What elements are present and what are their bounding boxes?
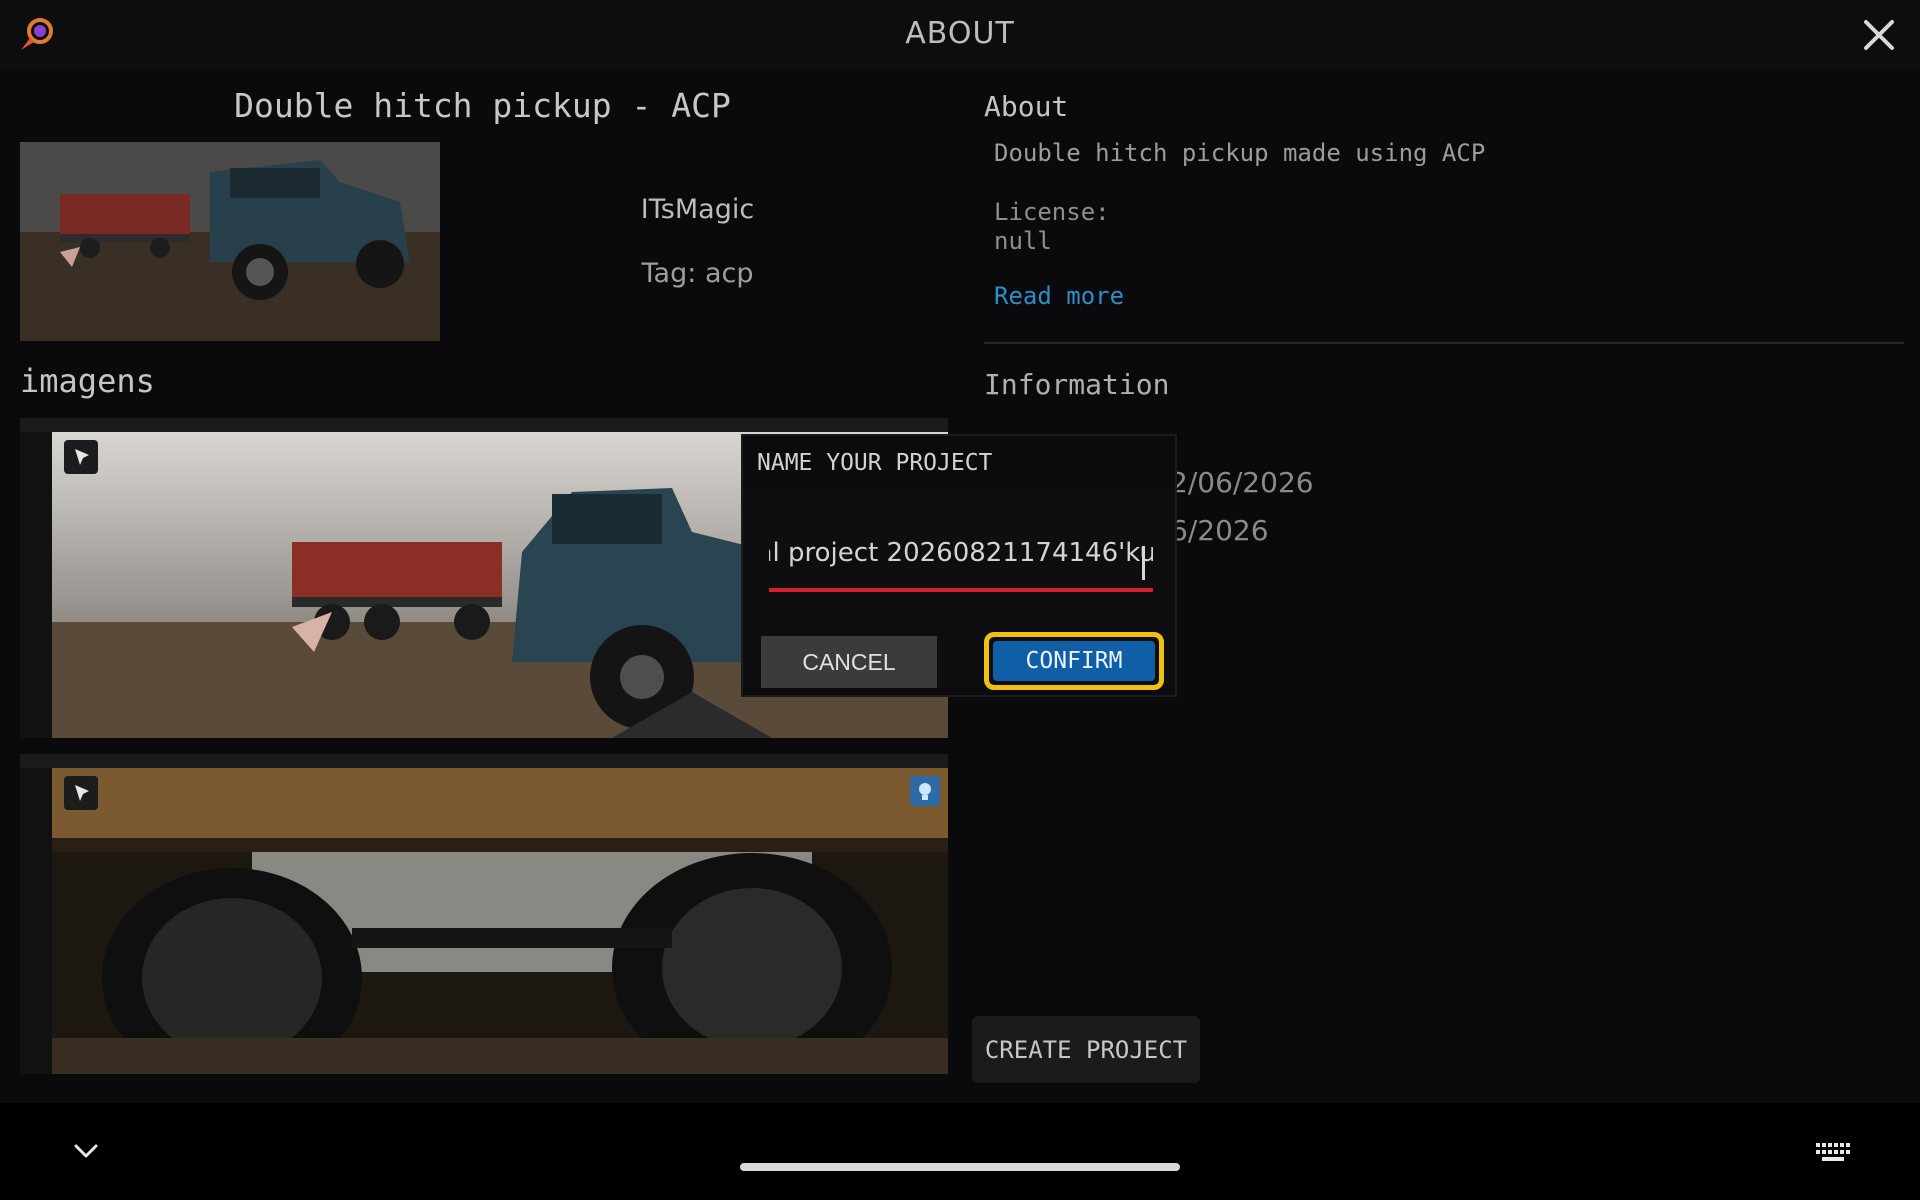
- light-icon: [910, 776, 940, 806]
- tag-value[interactable]: acp: [705, 258, 754, 289]
- cursor-tool-icon: [64, 776, 98, 810]
- close-icon[interactable]: [1860, 16, 1898, 54]
- asset-thumbnail: [20, 142, 440, 341]
- section-divider: [984, 342, 1904, 344]
- system-nav-bar: [0, 1103, 1920, 1200]
- about-description: Double hitch pickup made using ACP: [994, 139, 1486, 167]
- gallery-image-2[interactable]: [20, 754, 948, 1074]
- text-caret: [1142, 546, 1145, 580]
- cancel-button[interactable]: CANCEL: [761, 636, 937, 688]
- info-date-created: 2/06/2026: [1170, 466, 1314, 499]
- gallery-toolbar-strip: [20, 418, 948, 432]
- gallery-image-content: [52, 768, 948, 1074]
- name-project-dialog: NAME YOUR PROJECT orial project 20260821…: [741, 434, 1177, 697]
- tag-label: Tag:: [641, 258, 697, 289]
- project-name-value: orial project 20260821174146'ku: [769, 538, 1153, 568]
- chevron-down-icon[interactable]: [70, 1139, 102, 1163]
- project-name-input[interactable]: orial project 20260821174146'ku: [769, 530, 1153, 576]
- images-heading: imagens: [20, 362, 155, 400]
- cursor-tool-icon: [64, 440, 98, 474]
- asset-author: ITsMagic: [640, 194, 755, 225]
- confirm-button[interactable]: CONFIRM: [993, 641, 1155, 681]
- top-bar: ABOUT: [0, 0, 1920, 70]
- gallery-toolbar-strip: [20, 754, 948, 768]
- read-more-link[interactable]: Read more: [994, 282, 1124, 310]
- info-date-updated: 6/2026: [1170, 514, 1269, 547]
- about-heading: About: [984, 90, 1069, 123]
- asset-tag: Tag: acp: [480, 258, 915, 289]
- information-heading: Information: [984, 368, 1170, 401]
- input-underline: [769, 588, 1153, 592]
- keyboard-icon[interactable]: [1814, 1140, 1852, 1164]
- license-value: null: [994, 227, 1052, 255]
- license-label: License:: [994, 198, 1110, 226]
- page-title: ABOUT: [905, 16, 1015, 51]
- dialog-title: NAME YOUR PROJECT: [757, 450, 993, 476]
- create-project-button[interactable]: CREATE PROJECT: [972, 1016, 1200, 1083]
- asset-title: Double hitch pickup - ACP: [234, 86, 731, 125]
- home-indicator[interactable]: [740, 1163, 1180, 1171]
